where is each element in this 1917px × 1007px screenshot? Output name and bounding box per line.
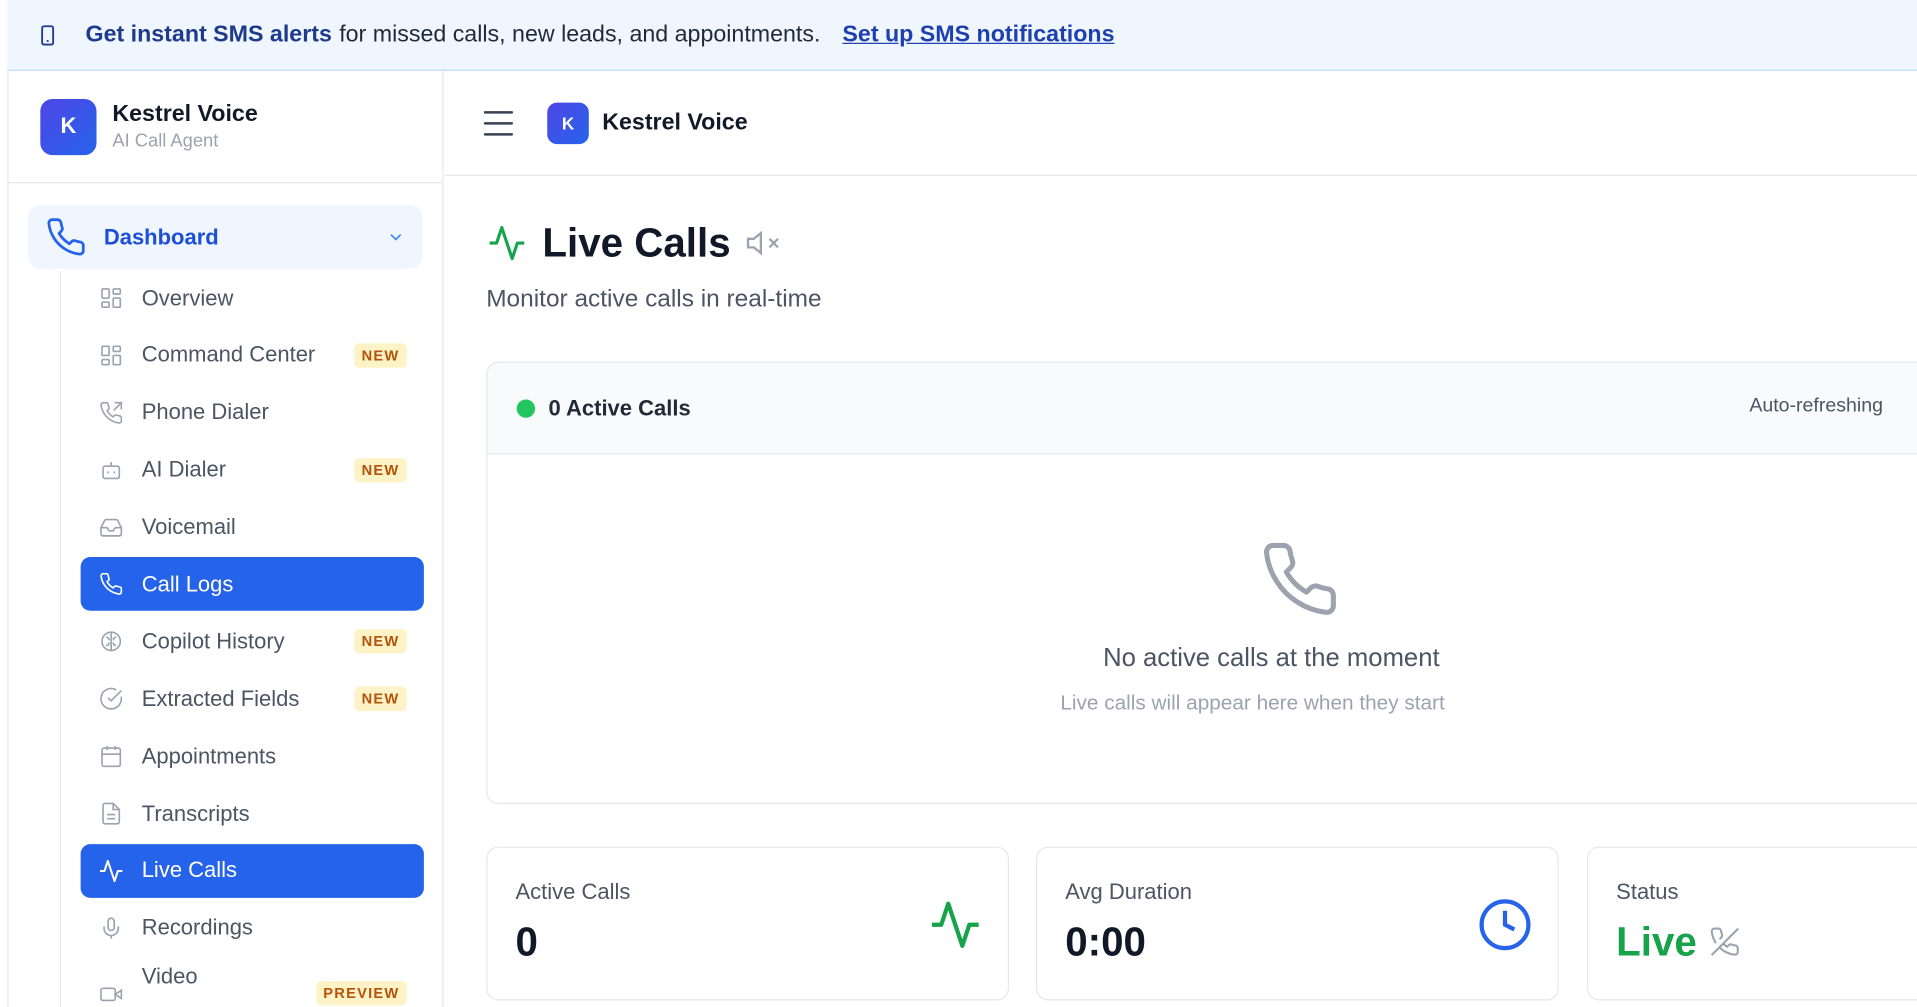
sms-alert-banner: Get instant SMS alerts for missed calls,… [7,0,1917,71]
card-value: 0 [515,918,538,964]
bot-icon [98,456,125,483]
phone-icon [1259,539,1340,626]
menu-icon[interactable] [483,110,514,135]
brain-icon [98,628,125,655]
phone-mobile-icon [37,24,59,46]
banner-bold-text: Get instant SMS alerts [85,21,332,48]
new-badge: NEW [354,457,407,483]
new-badge: NEW [354,686,407,712]
active-calls-panel: 0 Active Calls Auto-refreshing No active… [486,361,1917,804]
inbox-icon [98,514,125,541]
dashboard-label: Dashboard [103,224,219,249]
sidebar-item-label: Overview [141,285,234,310]
sidebar-item-transcripts[interactable]: Transcripts [81,787,424,841]
brand-logo: K [40,98,97,155]
dashboard-section-toggle[interactable]: Dashboard [28,205,423,269]
sidebar-item-label: Voicemail [141,514,236,539]
sidebar-nav: Overview Command Center NEW Phone Dialer… [80,271,424,1007]
main-content: Live Calls Monitor active calls in real-… [445,176,1917,1007]
sidebar-item-label: Copilot History [141,628,285,654]
card-label: Avg Duration [1065,879,1192,904]
calendar-icon [98,743,125,770]
sidebar-brand[interactable]: K Kestrel Voice AI Call Agent [8,71,443,184]
sidebar-item-call-logs[interactable]: Call Logs [80,557,424,612]
page-title: Live Calls [542,219,731,266]
panel-header: 0 Active Calls Auto-refreshing [487,362,1917,455]
sidebar-item-recordings[interactable]: Recordings [81,901,424,955]
sidebar-item-command-center[interactable]: Command Center NEW [81,328,424,382]
empty-state: No active calls at the moment Live calls… [487,456,1917,803]
phone-outgoing-icon [98,399,125,426]
preview-badge: PREVIEW [315,980,407,1005]
page-subtitle: Monitor active calls in real-time [486,285,822,313]
phone-icon [45,216,87,258]
activity-icon [98,857,125,884]
sidebar-item-label: Recordings [141,915,253,940]
new-badge: NEW [354,343,407,368]
phone-off-icon [1709,926,1741,958]
sidebar-item-label: Video [141,963,198,988]
status-value: Live [1616,919,1741,965]
auto-refresh-label: Auto-refreshing [1749,395,1883,417]
setup-sms-link[interactable]: Set up SMS notifications [842,21,1114,48]
file-text-icon [98,800,125,827]
sidebar-item-label: Transcripts [141,800,250,826]
activity-icon [486,222,528,264]
card-label: Status [1616,879,1679,904]
check-circle-icon [98,686,125,713]
sidebar-item-live-calls[interactable]: Live Calls [80,844,424,898]
grid-icon [98,342,125,369]
chevron-down-icon [386,227,406,247]
sidebar: K Kestrel Voice AI Call Agent Dashboard … [7,70,444,1007]
sidebar-item-label: Extracted Fields [141,686,300,711]
activity-icon [927,897,983,959]
sidebar-item-label: Appointments [141,743,277,768]
sidebar-item-label: Live Calls [141,858,238,883]
sidebar-item-phone-dialer[interactable]: Phone Dialer [81,386,424,440]
brand-name: Kestrel Voice [112,101,258,128]
banner-text: for missed calls, new leads, and appoint… [339,21,821,48]
clock-icon [1477,897,1533,959]
status-dot [516,398,536,418]
sidebar-item-extracted-fields[interactable]: Extracted Fields NEW [81,672,424,726]
nav-divider [59,271,62,1007]
sidebar-item-voicemail[interactable]: Voicemail [81,500,424,554]
new-badge: NEW [354,629,407,654]
sidebar-item-video[interactable]: Video PREVIEW [81,959,424,1007]
sidebar-item-ai-dialer[interactable]: AI Dialer NEW [81,443,424,497]
empty-subtitle: Live calls will appear here when they st… [1060,691,1445,715]
avg-duration-card: Avg Duration 0:00 [1035,846,1559,1001]
status-text: Live [1616,918,1697,964]
brand-logo: K [547,102,589,144]
card-label: Active Calls [515,879,631,904]
video-icon [98,981,125,1007]
mic-icon [98,915,125,942]
sidebar-item-appointments[interactable]: Appointments [81,729,424,783]
card-value: 0:00 [1065,918,1146,964]
sidebar-item-label: Phone Dialer [141,399,269,425]
top-header: K Kestrel Voice [444,71,1917,176]
sidebar-item-label: Command Center [141,342,316,367]
active-calls-card: Active Calls 0 [486,846,1010,1001]
volume-mute-icon[interactable] [745,226,779,260]
status-card: Status Live [1586,846,1917,1001]
phone-icon [98,571,125,598]
sidebar-item-copilot-history[interactable]: Copilot History NEW [81,615,424,669]
active-calls-count: 0 Active Calls [548,395,691,420]
sidebar-item-label: Call Logs [141,571,234,597]
brand-name: Kestrel Voice [602,109,748,135]
brand-subtitle: AI Call Agent [112,130,219,152]
empty-title: No active calls at the moment [1103,643,1440,672]
grid-icon [98,285,125,312]
sidebar-item-label: AI Dialer [141,457,227,482]
sidebar-item-overview[interactable]: Overview [81,271,424,325]
